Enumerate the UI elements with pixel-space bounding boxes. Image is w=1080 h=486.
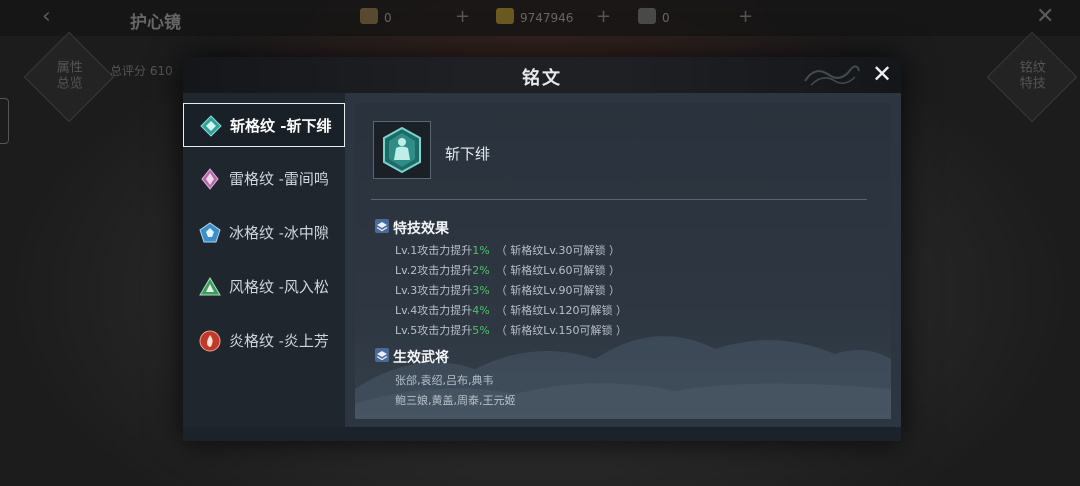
modal-bottom-bar — [183, 427, 901, 441]
warrior-emblem-icon — [383, 126, 421, 174]
inscription-modal: 铭文 ✕ 斩格纹 -斩下绯 雷格纹 -雷间鸣 冰格纹 -冰中隙 风格纹 -风入松… — [183, 57, 901, 441]
modal-title: 铭文 — [522, 68, 562, 89]
item-icon-frame — [373, 121, 431, 179]
generals-title: 生效武将 — [393, 350, 449, 366]
generals-line: 张郃,袁绍,吕布,典韦 — [395, 374, 494, 387]
close-button[interactable]: ✕ — [869, 62, 895, 88]
score-label: 总评分 610 — [110, 64, 173, 78]
ice-gem-icon — [199, 222, 221, 243]
effects-title: 特技效果 — [393, 221, 449, 237]
effect-text: Lv.5攻击力提升 — [395, 324, 473, 337]
ingot-icon — [638, 8, 656, 24]
attribute-overview-label: 属性 总览 — [56, 60, 83, 92]
effect-unlock-note: （ 斩格纹Lv.90可解锁 ） — [495, 284, 621, 297]
effect-text: Lv.1攻击力提升 — [395, 244, 473, 257]
modal-header: 铭文 ✕ — [183, 57, 901, 94]
detail-inner: 斩下绯 特技效果 Lv.1攻击力提升1% （ 斩格纹Lv.30可解锁 ） Lv.2… — [355, 103, 891, 419]
slash-gem-icon — [200, 115, 222, 137]
effect-line: Lv.4攻击力提升4% （ 斩格纹Lv.120可解锁 ） — [395, 302, 627, 318]
back-arrow-icon[interactable]: ‹ — [42, 4, 51, 29]
tab-ice[interactable]: 冰格纹 -冰中隙 — [183, 211, 345, 255]
effect-line: Lv.1攻击力提升1% （ 斩格纹Lv.30可解锁 ） — [395, 242, 620, 258]
effect-line: Lv.3攻击力提升3% （ 斩格纹Lv.90可解锁 ） — [395, 282, 620, 298]
resource-ingot-value: 0 — [662, 11, 670, 25]
effect-percent: 3% — [472, 284, 490, 297]
tab-thunder[interactable]: 雷格纹 -雷间鸣 — [183, 157, 345, 201]
effect-percent: 2% — [472, 264, 490, 277]
add-ingot-button[interactable]: + — [738, 6, 753, 27]
gold-icon — [496, 8, 514, 24]
effect-percent: 5% — [472, 324, 490, 337]
tab-fire-label: 炎格纹 -炎上芳 — [229, 332, 329, 350]
add-book-button[interactable]: + — [455, 6, 470, 27]
generals-line: 鲍三娘,黄盖,周泰,王元姬 — [395, 394, 516, 407]
book-icon — [360, 8, 378, 24]
page-title: 护心镜 — [130, 13, 181, 33]
left-edge-handle[interactable] — [0, 98, 9, 144]
effect-percent: 4% — [472, 304, 490, 317]
effect-unlock-note: （ 斩格纹Lv.150可解锁 ） — [495, 324, 628, 337]
screen-close-icon[interactable]: ✕ — [1036, 4, 1054, 29]
tab-slash[interactable]: 斩格纹 -斩下绯 — [183, 103, 345, 147]
effect-unlock-note: （ 斩格纹Lv.60可解锁 ） — [495, 264, 621, 277]
layers-icon — [375, 219, 389, 233]
inscription-tab-list: 斩格纹 -斩下绯 雷格纹 -雷间鸣 冰格纹 -冰中隙 风格纹 -风入松 炎格纹 … — [183, 93, 345, 441]
tab-fire[interactable]: 炎格纹 -炎上芳 — [183, 319, 345, 363]
resource-book-value: 0 — [384, 11, 392, 25]
effect-text: Lv.2攻击力提升 — [395, 264, 473, 277]
effect-line: Lv.2攻击力提升2% （ 斩格纹Lv.60可解锁 ） — [395, 262, 620, 278]
effect-text: Lv.4攻击力提升 — [395, 304, 473, 317]
top-bar: ‹ 护心镜 0 + 9747946 + 0 + ✕ — [0, 0, 1080, 36]
fire-gem-icon — [199, 330, 221, 352]
effect-line: Lv.5攻击力提升5% （ 斩格纹Lv.150可解锁 ） — [395, 322, 627, 338]
detail-panel: 斩下绯 特技效果 Lv.1攻击力提升1% （ 斩格纹Lv.30可解锁 ） Lv.2… — [345, 93, 901, 441]
layers-icon — [375, 348, 389, 362]
inscription-skill-label: 铭纹 特技 — [1019, 60, 1046, 92]
tab-wind-label: 风格纹 -风入松 — [229, 278, 329, 296]
item-name: 斩下绯 — [445, 145, 491, 163]
thunder-gem-icon — [201, 168, 219, 190]
wind-gem-icon — [199, 277, 221, 296]
resource-gold-value: 9747946 — [520, 11, 574, 25]
effect-unlock-note: （ 斩格纹Lv.120可解锁 ） — [495, 304, 628, 317]
effect-percent: 1% — [472, 244, 490, 257]
effect-text: Lv.3攻击力提升 — [395, 284, 473, 297]
tab-ice-label: 冰格纹 -冰中隙 — [229, 224, 329, 242]
tab-slash-label: 斩格纹 -斩下绯 — [230, 117, 332, 135]
tab-wind[interactable]: 风格纹 -风入松 — [183, 265, 345, 309]
divider — [371, 199, 867, 200]
effect-unlock-note: （ 斩格纹Lv.30可解锁 ） — [495, 244, 621, 257]
tab-thunder-label: 雷格纹 -雷间鸣 — [229, 170, 329, 188]
add-gold-button[interactable]: + — [596, 6, 611, 27]
